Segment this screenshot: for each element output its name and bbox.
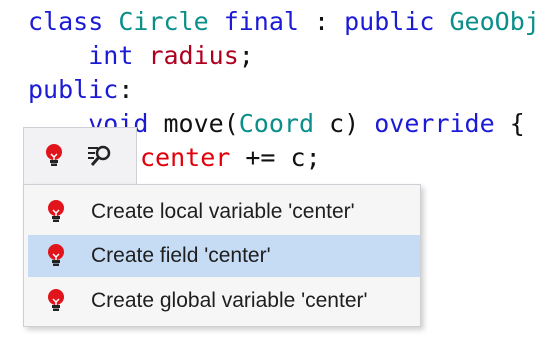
code-line-3: public: [28, 73, 133, 107]
menu-item-label: Create local variable 'center' [91, 200, 355, 223]
quick-fix-menu: Create local variable 'center' Create fi… [23, 184, 421, 327]
code-line-5: center += c; [140, 141, 321, 175]
code-text: += c; [230, 143, 321, 172]
menu-item-label: Create global variable 'center' [91, 289, 368, 312]
base-class-name: GeoObj [449, 7, 540, 36]
punctuation: { [494, 109, 525, 138]
code-line-1: class Circle final : public GeoObj { [28, 5, 556, 39]
lightbulb-error-icon[interactable] [38, 140, 70, 172]
undefined-identifier[interactable]: center [140, 143, 230, 172]
keyword: override [374, 109, 495, 138]
quick-fix-global-variable[interactable]: Create global variable 'center' [28, 280, 420, 322]
quick-action-bar [23, 127, 137, 185]
punctuation: : [298, 7, 345, 36]
type-keyword: int [88, 41, 134, 70]
function-name: move( [148, 109, 239, 138]
quick-fix-field[interactable]: Create field 'center' [28, 235, 420, 277]
field-name: radius [148, 41, 239, 70]
lightbulb-error-icon [34, 243, 78, 269]
punctuation: : [118, 75, 134, 104]
param-type: Coord [238, 109, 315, 138]
menu-item-label: Create field 'center' [91, 244, 271, 267]
lightbulb-error-icon [34, 288, 78, 314]
keyword: public [344, 7, 435, 36]
punctuation: { [540, 7, 556, 36]
lightbulb-error-icon [34, 199, 78, 225]
keyword: class [28, 7, 104, 36]
punctuation: ; [238, 41, 254, 70]
keyword: final [223, 7, 299, 36]
param-name: c) [314, 109, 375, 138]
access-specifier: public [28, 75, 119, 104]
class-name: Circle [118, 7, 209, 36]
inspect-search-icon[interactable] [84, 140, 116, 172]
code-line-2: int radius; [28, 39, 254, 73]
quick-fix-local-variable[interactable]: Create local variable 'center' [28, 191, 420, 233]
